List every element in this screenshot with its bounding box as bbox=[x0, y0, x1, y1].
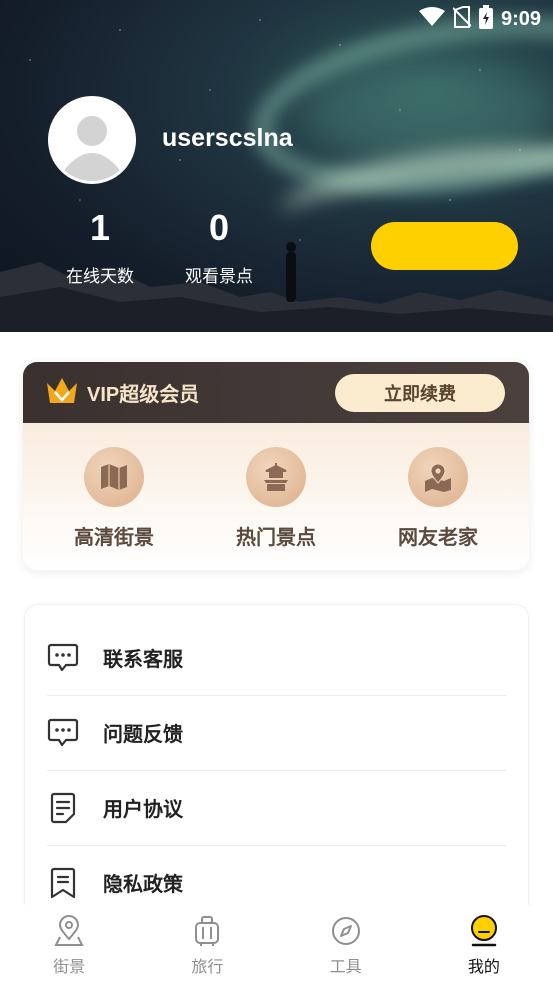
stat-label: 在线天数 bbox=[66, 267, 134, 286]
nav-label: 旅行 bbox=[191, 959, 224, 976]
menu-item-contact-support[interactable]: 联系客服 bbox=[25, 620, 528, 695]
menu-item-user-agreement[interactable]: 用户协议 bbox=[25, 770, 528, 845]
header-action-button[interactable] bbox=[371, 222, 518, 270]
chat-bubble-icon bbox=[47, 717, 79, 749]
profile-face-icon bbox=[468, 915, 500, 947]
document-icon bbox=[47, 792, 79, 824]
stat-viewed-spots: 0 观看景点 bbox=[169, 206, 269, 287]
avatar[interactable] bbox=[48, 96, 136, 184]
username: userscslna bbox=[162, 124, 293, 152]
nav-label: 街景 bbox=[53, 959, 86, 976]
battery-charging-icon bbox=[478, 4, 493, 34]
stat-online-days: 1 在线天数 bbox=[50, 206, 150, 287]
feature-street-view[interactable]: 高清街景 bbox=[44, 447, 184, 570]
vip-features: 高清街景 热门景点 网友老家 bbox=[23, 423, 529, 570]
feature-hot-spots[interactable]: 热门景点 bbox=[206, 447, 346, 570]
feature-label: 热门景点 bbox=[236, 527, 316, 549]
location-pin-icon bbox=[53, 915, 85, 947]
stat-value: 0 bbox=[208, 207, 230, 248]
stat-value: 1 bbox=[89, 207, 111, 248]
default-avatar-icon bbox=[51, 99, 133, 181]
vip-header: VIP超级会员 立即续费 bbox=[23, 362, 529, 423]
no-sim-icon bbox=[452, 5, 472, 33]
profile-header: 9:09 userscslna 1 在线天数 0 观看景点 bbox=[0, 0, 553, 332]
status-time: 9:09 bbox=[500, 7, 541, 30]
nav-tab-travel[interactable]: 旅行 bbox=[138, 905, 276, 983]
nav-tab-mine[interactable]: 我的 bbox=[415, 905, 553, 983]
vip-title: VIP超级会员 bbox=[87, 384, 200, 406]
menu-label: 问题反馈 bbox=[103, 724, 183, 746]
renew-button[interactable]: 立即续费 bbox=[335, 374, 505, 412]
nav-tab-tools[interactable]: 工具 bbox=[277, 905, 415, 983]
location-map-icon bbox=[408, 447, 468, 507]
profile-page: 9:09 userscslna 1 在线天数 0 观看景点 VIP超级会员 立即… bbox=[0, 0, 553, 983]
crown-icon bbox=[45, 375, 79, 410]
nav-tab-street-view[interactable]: 街景 bbox=[0, 905, 138, 983]
feature-label: 高清街景 bbox=[74, 527, 154, 549]
status-bar: 9:09 bbox=[418, 4, 541, 34]
compass-icon bbox=[330, 915, 362, 947]
chat-bubble-icon bbox=[47, 642, 79, 674]
temple-icon bbox=[246, 447, 306, 507]
nav-label: 我的 bbox=[467, 959, 500, 976]
bottom-nav: 街景 旅行 工具 我的 bbox=[0, 905, 553, 983]
wifi-icon bbox=[418, 6, 445, 32]
feature-label: 网友老家 bbox=[398, 527, 478, 549]
bookmark-icon bbox=[47, 867, 79, 899]
menu-label: 隐私政策 bbox=[103, 874, 183, 896]
suitcase-icon bbox=[191, 915, 223, 947]
menu-item-feedback[interactable]: 问题反馈 bbox=[25, 695, 528, 770]
feature-hometown[interactable]: 网友老家 bbox=[368, 447, 508, 570]
nav-label: 工具 bbox=[329, 959, 362, 976]
vip-card: VIP超级会员 立即续费 高清街景 热门景点 网友老家 bbox=[23, 362, 529, 570]
stat-label: 观看景点 bbox=[185, 267, 253, 286]
map-icon bbox=[84, 447, 144, 507]
settings-menu: 联系客服 问题反馈 用户协议 隐私政策 bbox=[24, 604, 529, 924]
menu-label: 联系客服 bbox=[103, 649, 183, 671]
menu-label: 用户协议 bbox=[103, 799, 183, 821]
